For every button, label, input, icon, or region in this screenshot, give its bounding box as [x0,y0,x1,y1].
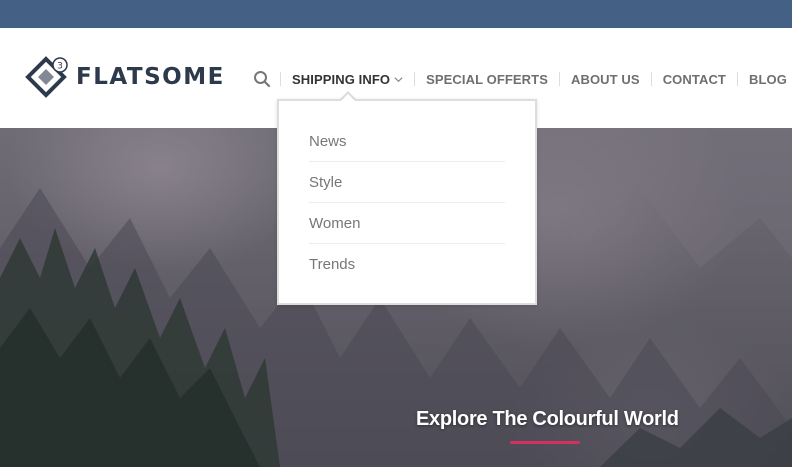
nav-item-shipping-info[interactable]: Shipping Info [281,69,414,89]
hero-title: Explore The Colourful World [416,408,679,430]
chevron-down-icon [394,76,403,82]
nav-label: About Us [570,71,640,87]
main-nav: Shipping Info Special Offerts About Us C… [280,69,792,89]
logo-icon: 3 [25,56,68,98]
nav-item-blog[interactable]: Blog [738,69,792,89]
search-icon[interactable] [253,70,271,88]
dropdown-item-trends[interactable]: Trends [309,244,505,285]
nav-item-about-us[interactable]: About Us [560,69,651,89]
nav-item-special-offerts[interactable]: Special Offerts [415,69,559,89]
nav-label: Shipping Info [292,71,391,87]
dropdown-arrow-fill [341,94,355,101]
nav-label: Blog [748,71,787,87]
nav-label: Special Offerts [426,71,548,87]
hero-title-divider [510,441,580,444]
top-bar [0,0,792,28]
nav-item-contact[interactable]: Contact [652,69,737,89]
logo-badge: 3 [57,62,63,72]
dropdown-item-news[interactable]: News [309,121,505,162]
logo-text: FLATSOME [76,63,225,90]
dropdown-item-style[interactable]: Style [309,162,505,203]
shipping-info-dropdown: News Style Women Trends [277,99,537,305]
nav-label: Contact [662,71,726,87]
site-logo[interactable]: 3 FLATSOME [24,55,225,99]
dropdown-menu: News Style Women Trends [309,121,505,285]
dropdown-item-women[interactable]: Women [309,203,505,244]
